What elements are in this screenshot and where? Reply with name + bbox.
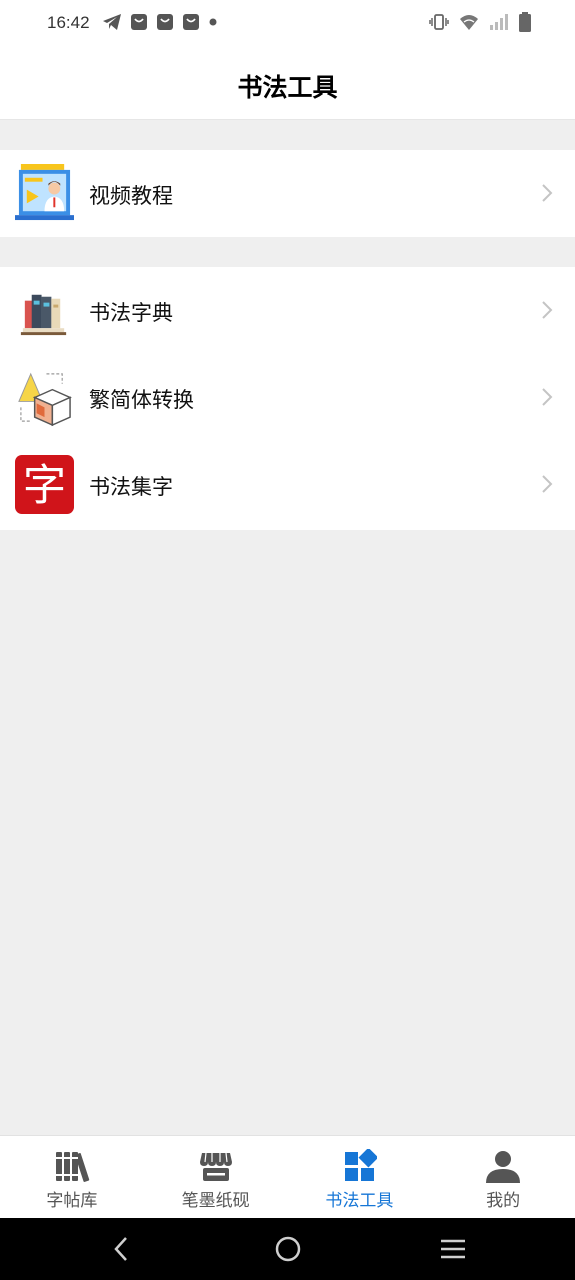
tab-label: 我的 bbox=[486, 1191, 521, 1211]
notification-dot-icon bbox=[209, 18, 217, 26]
status-time: 16:42 bbox=[47, 13, 90, 32]
list-item-label: 繁简体转换 bbox=[89, 388, 194, 412]
tab-label: 笔墨纸砚 bbox=[181, 1191, 250, 1211]
battery-icon bbox=[519, 12, 531, 32]
shopping-bag-icon bbox=[157, 14, 173, 30]
telegram-icon bbox=[103, 14, 121, 30]
chevron-right-icon bbox=[542, 184, 553, 202]
app-header: 书法工具 bbox=[0, 48, 575, 120]
vibrate-icon bbox=[429, 14, 449, 30]
tool-section-2: 书法字典 繁简体转换 字 书法集字 bbox=[0, 267, 575, 530]
list-item-label: 书法集字 bbox=[89, 475, 173, 499]
system-navigation-bar bbox=[0, 1218, 575, 1280]
tab-copybook-library[interactable]: 字帖库 bbox=[0, 1136, 144, 1218]
shopping-bag-icon bbox=[183, 14, 199, 30]
status-bar: 16:42 bbox=[0, 0, 575, 48]
wifi-icon bbox=[460, 15, 478, 30]
home-icon[interactable] bbox=[273, 1234, 303, 1264]
shapes-convert-icon bbox=[18, 372, 72, 427]
list-item-calligraphy-collection[interactable]: 字 书法集字 bbox=[0, 441, 575, 528]
books-icon bbox=[20, 294, 67, 336]
zi-character-glyph: 字 bbox=[23, 461, 66, 511]
store-icon bbox=[199, 1152, 232, 1181]
tools-grid-icon bbox=[345, 1149, 378, 1181]
tab-calligraphy-tools[interactable]: 书法工具 bbox=[288, 1136, 432, 1218]
tab-mine[interactable]: 我的 bbox=[431, 1136, 575, 1218]
library-books-icon bbox=[55, 1152, 90, 1182]
zi-character-icon: 字 bbox=[15, 455, 74, 514]
tab-label: 字帖库 bbox=[46, 1191, 98, 1211]
chevron-right-icon bbox=[542, 301, 553, 319]
tab-stationery-store[interactable]: 笔墨纸砚 bbox=[144, 1136, 288, 1218]
menu-icon[interactable] bbox=[438, 1234, 468, 1264]
list-item-traditional-simplified-convert[interactable]: 繁简体转换 bbox=[0, 354, 575, 441]
list-item-video-tutorial[interactable]: 视频教程 bbox=[0, 150, 575, 237]
shopping-bag-icon bbox=[131, 14, 147, 30]
page-title: 书法工具 bbox=[237, 73, 338, 102]
tab-label: 书法工具 bbox=[325, 1191, 394, 1211]
list-item-calligraphy-dictionary[interactable]: 书法字典 bbox=[0, 267, 575, 354]
status-right-icons bbox=[429, 12, 531, 32]
video-tutorial-icon bbox=[15, 164, 74, 221]
back-icon[interactable] bbox=[107, 1234, 137, 1264]
chevron-right-icon bbox=[542, 475, 553, 493]
signal-icon bbox=[490, 14, 508, 30]
list-item-label: 书法字典 bbox=[89, 301, 173, 325]
status-left-icons bbox=[102, 13, 218, 31]
tool-section-1: 视频教程 bbox=[0, 150, 575, 237]
chevron-right-icon bbox=[542, 388, 553, 406]
list-item-label: 视频教程 bbox=[89, 184, 173, 208]
bottom-tab-bar: 字帖库 笔墨纸砚 书法工具 我的 bbox=[0, 1135, 575, 1218]
person-icon bbox=[486, 1151, 521, 1183]
